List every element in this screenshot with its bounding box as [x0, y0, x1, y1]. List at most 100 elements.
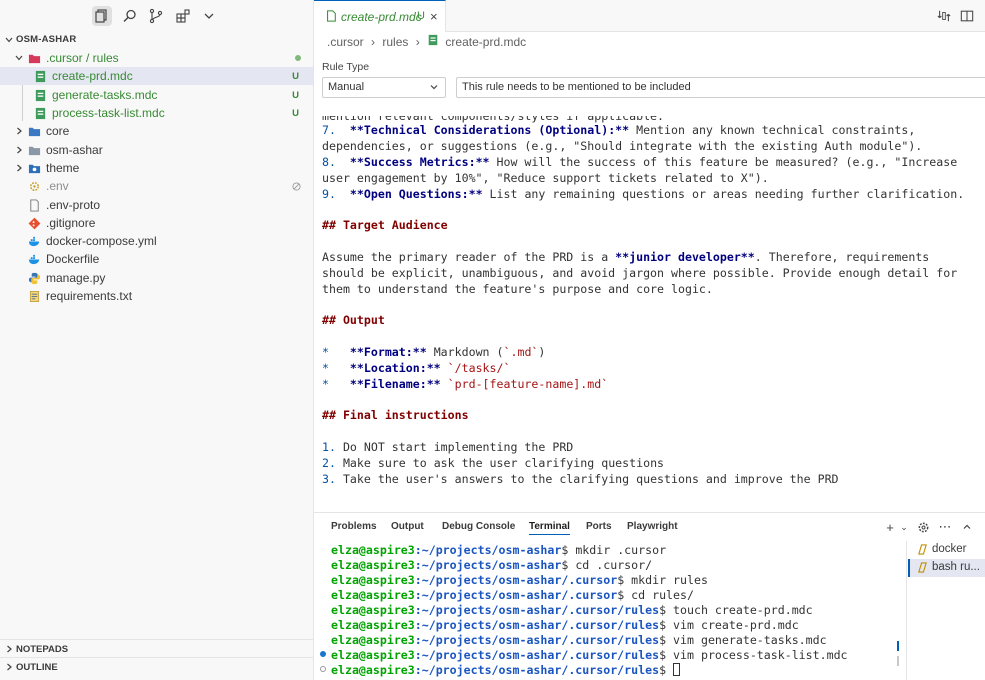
compare-changes-icon[interactable]: [936, 8, 952, 24]
tab-playwright[interactable]: Playwright: [627, 521, 678, 532]
tree-file-label: generate-tasks.mdc: [52, 88, 158, 102]
chevron-down-icon[interactable]: ⌄: [896, 519, 912, 535]
notepads-section[interactable]: NOTEPADS: [0, 639, 313, 657]
ignored-icon: [292, 177, 301, 195]
terminal-line: elza@aspire3:~/projects/osm-ashar/.curso…: [331, 618, 799, 632]
modified-dot-icon: [295, 49, 301, 67]
code-line: 8. **Success Metrics:** How will the suc…: [322, 155, 958, 169]
tree-file-label: Dockerfile: [46, 252, 100, 266]
chevron-right-icon: [4, 662, 14, 675]
folder-icon: [28, 49, 41, 67]
code-heading: ## Target Audience: [322, 218, 448, 232]
terminal-line: elza@aspire3:~/projects/osm-ashar/.curso…: [331, 588, 694, 602]
folder-icon: [28, 122, 41, 140]
tree-file-label: .env-proto: [46, 198, 101, 212]
breadcrumb-item[interactable]: rules: [382, 35, 408, 49]
code-line: dependencies, or suggestions (e.g., "Sho…: [322, 139, 923, 153]
breadcrumb-item[interactable]: .cursor: [327, 35, 364, 49]
terminal-list-item[interactable]: docker: [908, 541, 985, 559]
tree-file-label: docker-compose.yml: [46, 234, 157, 248]
tree-folder-cursor-rules[interactable]: .cursor / rules: [0, 49, 313, 67]
terminal-output[interactable]: elza@aspire3:~/projects/osm-ashar$ mkdir…: [331, 543, 906, 680]
code-heading: ## Final instructions: [322, 408, 469, 422]
close-icon[interactable]: ×: [430, 9, 438, 24]
code-editor[interactable]: mention relevant components/styles if ap…: [322, 105, 982, 510]
docker-icon: [28, 232, 41, 250]
terminal-line: elza@aspire3:~/projects/osm-ashar$ mkdir…: [331, 543, 667, 557]
tree-folder-label: theme: [46, 161, 80, 175]
markdown-file-icon: [427, 34, 439, 49]
tree-folder-core[interactable]: core: [0, 122, 313, 140]
scrollbar-marker: [897, 641, 899, 651]
explorer-icon[interactable]: [92, 6, 112, 26]
tree-file-env-proto[interactable]: .env-proto: [0, 196, 313, 214]
tab-debug-console[interactable]: Debug Console: [442, 521, 515, 532]
tab-problems[interactable]: Problems: [331, 521, 377, 532]
tree-folder-osm-ashar[interactable]: osm-ashar: [0, 141, 313, 159]
chevron-down-icon: [14, 49, 24, 67]
tab-terminal[interactable]: Terminal: [529, 521, 570, 535]
tree-folder-label: .cursor / rules: [46, 51, 119, 65]
chevron-down-icon: [4, 35, 14, 48]
file-icon: [28, 196, 41, 214]
tree-file-create-prd[interactable]: create-prd.mdc U: [0, 67, 313, 85]
terminal-line: elza@aspire3:~/projects/osm-ashar/.curso…: [331, 633, 827, 647]
terminal-line: elza@aspire3:~/projects/osm-ashar/.curso…: [331, 573, 708, 587]
chevron-right-icon: [14, 159, 24, 177]
tree-file-docker-compose[interactable]: docker-compose.yml: [0, 232, 313, 250]
search-icon[interactable]: [120, 6, 140, 26]
code-line: 1. Do NOT start implementing the PRD: [322, 440, 574, 454]
tree-file-manage-py[interactable]: manage.py: [0, 269, 313, 287]
terminal-list-item-active[interactable]: bash ru...: [908, 559, 985, 577]
bottom-panel: Problems Output Debug Console Terminal P…: [314, 512, 985, 680]
rule-type-select[interactable]: Manual: [322, 77, 446, 98]
code-line: * **Filename:** `prd-[feature-name].md`: [322, 377, 609, 391]
tab-label: create-prd.mdc: [341, 10, 422, 24]
git-status-badge: U: [292, 89, 299, 101]
tree-file-process-task-list[interactable]: process-task-list.mdc U: [0, 104, 313, 122]
git-icon: [28, 214, 41, 232]
code-line: user engagement by 10%", "Reduce support…: [322, 171, 769, 185]
rule-description-input[interactable]: This rule needs to be mentioned to be in…: [456, 77, 985, 98]
source-control-icon[interactable]: [146, 6, 166, 26]
more-actions-icon[interactable]: ⋯: [937, 519, 953, 535]
terminal-list: docker bash ru...: [906, 541, 985, 680]
explorer-root-header[interactable]: OSM-ASHAR: [0, 33, 314, 47]
breadcrumb-item[interactable]: create-prd.mdc: [445, 35, 526, 49]
tree-folder-label: osm-ashar: [46, 143, 103, 157]
folder-icon: [28, 159, 41, 177]
editor-tab-create-prd[interactable]: create-prd.mdc U ×: [314, 0, 446, 32]
rule-type-label: Rule Type: [322, 61, 370, 73]
terminal-cursor: [673, 663, 681, 676]
tree-file-label: .env: [46, 179, 69, 193]
outline-section[interactable]: OUTLINE: [0, 657, 313, 675]
tree-file-dockerfile[interactable]: Dockerfile: [0, 250, 313, 268]
tree-file-label: manage.py: [46, 271, 106, 285]
extensions-icon[interactable]: [173, 6, 193, 26]
explorer-sidebar: OSM-ASHAR .cursor / rules create-prd.mdc…: [0, 0, 314, 680]
tree-file-generate-tasks[interactable]: generate-tasks.mdc U: [0, 86, 313, 104]
markdown-file-icon: [34, 86, 47, 104]
tree-file-label: process-task-list.mdc: [52, 106, 165, 120]
tree-folder-label: core: [46, 124, 70, 138]
chevron-up-icon[interactable]: [959, 519, 975, 535]
tree-file-label: create-prd.mdc: [52, 69, 133, 83]
chevron-down-icon[interactable]: [199, 6, 219, 26]
tab-ports[interactable]: Ports: [586, 521, 612, 532]
split-editor-icon[interactable]: [959, 8, 975, 24]
terminal-icon: [917, 562, 928, 576]
git-status-badge: U: [292, 70, 299, 82]
gear-icon[interactable]: [915, 519, 931, 535]
command-decoration-icon: [320, 651, 326, 657]
tree-file-env[interactable]: .env: [0, 177, 313, 195]
tab-output[interactable]: Output: [391, 521, 424, 532]
editor-area: create-prd.mdc U × .cursor › rules › cre…: [314, 0, 985, 512]
code-line: them to understand the feature's purpose…: [322, 282, 713, 296]
tree-folder-theme[interactable]: theme: [0, 159, 313, 177]
folder-icon: [28, 141, 41, 159]
tree-file-gitignore[interactable]: .gitignore: [0, 214, 313, 232]
terminal-line: elza@aspire3:~/projects/osm-ashar/.curso…: [331, 648, 848, 662]
tree-file-requirements[interactable]: requirements.txt: [0, 287, 313, 305]
chevron-right-icon: [4, 644, 14, 657]
terminal-prompt-line: elza@aspire3:~/projects/osm-ashar/.curso…: [331, 663, 681, 678]
